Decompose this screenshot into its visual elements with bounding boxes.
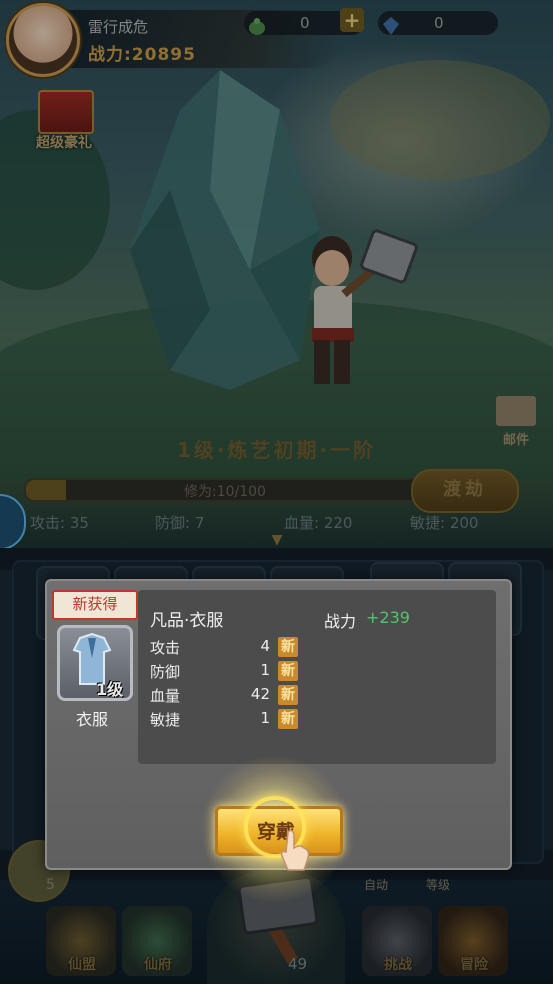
new-stat-badge: 新 (278, 637, 298, 657)
new-stat-badge: 新 (278, 709, 298, 729)
item-name: 衣服 (75, 710, 108, 729)
item-stat-value: 1 (260, 709, 270, 727)
item-stat-label: 血量 (150, 687, 181, 705)
item-quality-title: 凡品·衣服 (150, 611, 224, 631)
combat-gain-label: 战力 (324, 612, 357, 631)
item-stat-value: 1 (260, 661, 270, 679)
combat-gain-value: +239 (366, 608, 410, 627)
item-level: 1级 (96, 680, 124, 699)
new-stat-badge: 新 (278, 661, 298, 681)
new-acquired-label: 新获得 (72, 595, 118, 613)
game-screen: 雷行成危 战力:20895 0 + 0 超级豪礼 邮件 1级·炼艺初期·一阶 修… (0, 0, 553, 984)
new-stat-badge: 新 (278, 685, 298, 705)
item-stat-value: 4 (260, 637, 270, 655)
item-stat-label: 攻击 (150, 639, 181, 657)
pointing-hand-icon (280, 829, 310, 871)
item-stat-label: 防御 (150, 663, 181, 681)
item-stat-value: 42 (250, 685, 270, 703)
item-stat-label: 敏捷 (150, 711, 181, 729)
